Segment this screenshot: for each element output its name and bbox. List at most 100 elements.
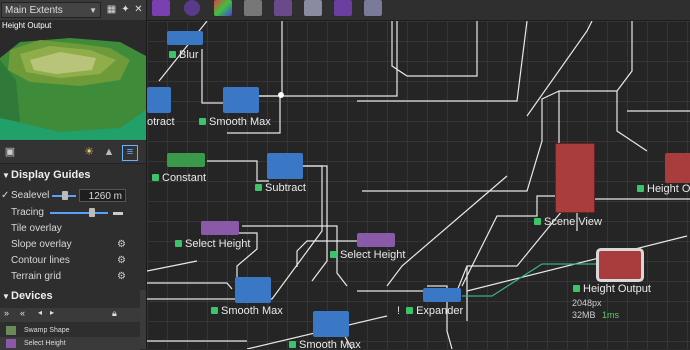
display-guides-header[interactable]: ▼ Display Guides xyxy=(0,169,146,185)
light-icon[interactable]: ☀ xyxy=(82,145,96,159)
guide-item[interactable]: Tile overlay xyxy=(0,221,146,237)
subtract-node-partial[interactable] xyxy=(147,87,171,113)
color-device-icon[interactable] xyxy=(214,0,232,16)
select-height-node[interactable] xyxy=(201,221,239,235)
filter-device-icon[interactable] xyxy=(152,0,170,16)
select-height-node-2[interactable] xyxy=(357,233,395,247)
warning-icon: ! xyxy=(397,305,401,317)
devices-scrollbar[interactable] xyxy=(140,290,146,349)
gear-icon[interactable]: ⚙ xyxy=(117,269,126,285)
chevron-down-icon: ▼ xyxy=(89,6,97,15)
expand-all-icon[interactable]: » xyxy=(4,308,9,318)
output-device-icon[interactable] xyxy=(334,0,352,16)
guide-item-label: Tile overlay xyxy=(11,223,62,234)
status-icon xyxy=(199,118,206,125)
left-panel: Main Extents ▼ ▦ ✦ ✕ Height Output ▣ ☀ ▲… xyxy=(0,0,147,350)
natural-device-icon[interactable] xyxy=(304,0,322,16)
layers-icon[interactable]: ≡ xyxy=(122,145,138,161)
subtract-node[interactable] xyxy=(267,153,303,179)
grid-view-icon[interactable]: ▦ xyxy=(104,3,119,17)
scene-view-node[interactable] xyxy=(555,143,595,213)
close-icon[interactable]: ✕ xyxy=(131,3,146,17)
status-icon xyxy=(330,251,337,258)
guide-item-label: Slope overlay xyxy=(11,239,72,250)
constant-node[interactable] xyxy=(167,153,205,167)
status-icon xyxy=(289,341,296,348)
gear-icon[interactable]: ⚙ xyxy=(117,237,126,253)
tracing-row: Tracing ▬ xyxy=(0,205,146,221)
collapse-all-icon[interactable]: « xyxy=(20,308,25,318)
status-icon xyxy=(406,307,414,314)
preview-toolbar: ▣ ☀ ▲ ≡ xyxy=(0,141,146,164)
timer-device-icon[interactable] xyxy=(184,0,200,16)
lock-icon[interactable]: 🔒︎ xyxy=(112,308,117,319)
select-height-node-2-label: Select Height xyxy=(330,249,405,261)
guide-item[interactable]: Terrain grid ⚙ xyxy=(0,269,146,285)
status-icon xyxy=(152,174,159,181)
smooth-max-node-label: Smooth Max xyxy=(199,116,271,128)
subtract-node-label: Subtract xyxy=(255,182,306,194)
smooth-max-node-3[interactable] xyxy=(313,311,349,337)
smooth-max-node-3-label: Smooth Max xyxy=(289,339,361,349)
camera-icon[interactable]: ▣ xyxy=(3,145,17,159)
status-icon xyxy=(534,218,541,225)
tracing-slider-thumb[interactable] xyxy=(88,208,95,217)
extents-bar: Main Extents ▼ ▦ ✦ ✕ xyxy=(0,0,146,21)
terrain-render xyxy=(0,38,146,140)
preview-title: Height Output xyxy=(2,21,52,30)
guide-item-label: Terrain grid xyxy=(11,271,62,282)
terrain-preview[interactable]: Height Output xyxy=(0,20,146,140)
simulation-device-icon[interactable] xyxy=(364,0,382,16)
devices-title: Devices xyxy=(11,290,53,302)
guide-item[interactable]: Slope overlay ⚙ xyxy=(0,237,146,253)
height-output-node[interactable] xyxy=(599,251,641,279)
smooth-max-node-2-label: Smooth Max xyxy=(211,305,283,317)
status-icon xyxy=(169,51,176,58)
device-label: Select Height xyxy=(24,340,66,347)
sealevel-row: ✓ Sealevel 1260 m xyxy=(0,188,146,204)
expander-node[interactable] xyxy=(423,288,461,302)
height-output-node-right[interactable] xyxy=(665,153,690,183)
status-icon xyxy=(211,307,218,314)
devices-header[interactable]: ▼ Devices xyxy=(0,290,146,306)
blur-node[interactable] xyxy=(167,31,203,45)
blur-node-label: Blur xyxy=(169,49,199,61)
check-icon[interactable]: ✓ xyxy=(1,188,9,204)
subtract-node-partial-label: otract xyxy=(147,116,175,128)
image-device-icon[interactable] xyxy=(244,0,262,16)
status-icon xyxy=(573,285,580,292)
collapse-icon: ▼ xyxy=(2,292,10,301)
collapse-icon: ▼ xyxy=(2,171,10,180)
extents-dropdown[interactable]: Main Extents ▼ xyxy=(1,2,101,18)
height-output-node-label: Height Output xyxy=(573,283,651,295)
tracing-label: Tracing xyxy=(11,207,44,218)
display-guides-title: Display Guides xyxy=(11,169,91,181)
smooth-max-node[interactable] xyxy=(223,87,259,113)
expander-node-label: ! Expander xyxy=(397,305,464,317)
gear-icon[interactable]: ⚙ xyxy=(117,253,126,269)
status-icon xyxy=(255,184,262,191)
height-output-node-right-label: Height O xyxy=(637,183,690,195)
prev-icon[interactable]: ◂ xyxy=(38,308,42,317)
status-icon xyxy=(175,240,182,247)
mask-device-icon[interactable] xyxy=(274,0,292,16)
wires xyxy=(147,21,690,349)
device-item[interactable]: Swamp Shape xyxy=(0,324,140,337)
device-label: Swamp Shape xyxy=(24,327,70,334)
swamp-shape-icon xyxy=(6,326,16,335)
node-graph-canvas[interactable]: Blur otract Smooth Max Constant Subtract… xyxy=(147,21,690,349)
status-icon xyxy=(637,185,644,192)
sealevel-value-field[interactable]: 1260 m xyxy=(79,189,126,202)
guide-item[interactable]: Contour lines ⚙ xyxy=(0,253,146,269)
height-output-size: 2048px xyxy=(572,298,602,308)
device-item[interactable]: Select Height xyxy=(0,337,140,350)
tracing-slider-track[interactable] xyxy=(50,212,108,214)
smooth-max-node-2[interactable] xyxy=(235,277,271,303)
mountain-icon[interactable]: ▲ xyxy=(102,145,116,159)
sealevel-slider-thumb[interactable] xyxy=(62,191,69,200)
next-icon[interactable]: ▸ xyxy=(50,308,54,317)
select-height-icon xyxy=(6,339,16,348)
select-height-node-label: Select Height xyxy=(175,238,250,250)
folder-icon[interactable]: ▬ xyxy=(113,205,123,221)
height-output-mem: 32MB 1ms xyxy=(572,310,620,320)
